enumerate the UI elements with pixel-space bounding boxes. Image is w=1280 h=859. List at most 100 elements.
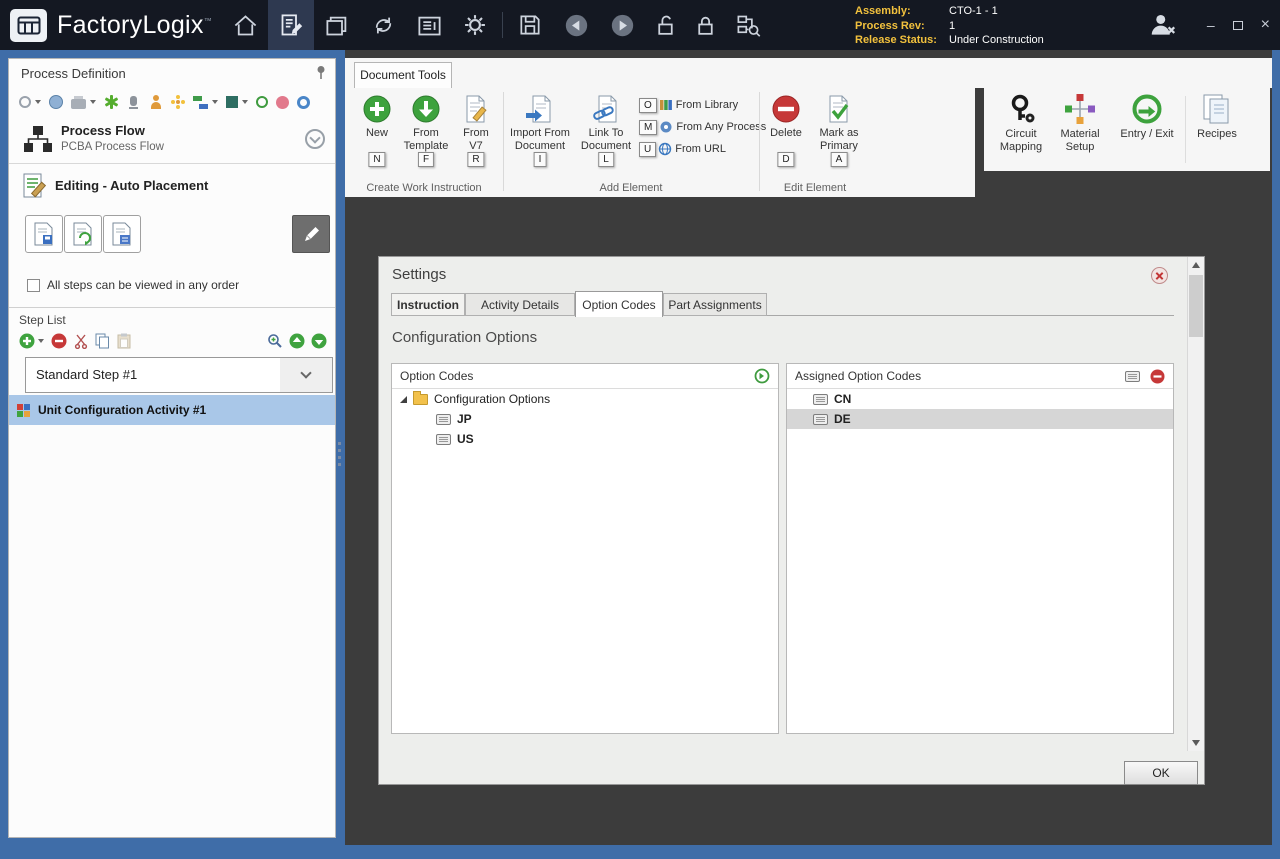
activity-item-label: Unit Configuration Activity #1 xyxy=(38,403,206,417)
option-code-row[interactable]: US xyxy=(392,429,778,449)
assigned-code-row-selected[interactable]: DE xyxy=(787,409,1173,429)
tab-instruction[interactable]: Instruction xyxy=(391,293,465,316)
keyboard-entry-button[interactable] xyxy=(1125,371,1140,382)
scroll-up-icon[interactable] xyxy=(1192,262,1200,268)
back-button[interactable] xyxy=(553,0,599,50)
work-instructions-button[interactable] xyxy=(268,0,314,50)
from-template-button[interactable]: From Template F xyxy=(401,90,451,180)
move-down-icon[interactable] xyxy=(311,333,327,349)
unlock-button[interactable] xyxy=(645,0,685,50)
document-button-2[interactable] xyxy=(64,215,102,253)
material-setup-button[interactable]: Material Setup xyxy=(1052,90,1108,169)
from-any-process-button[interactable]: M From Any Process xyxy=(639,116,769,138)
maximize-button[interactable] xyxy=(1233,21,1243,30)
assembly-info: Assembly:CTO-1 - 1 Process Rev:1 Release… xyxy=(855,4,1044,48)
audit-search-button[interactable] xyxy=(725,0,771,50)
step-list-toolbar xyxy=(19,333,131,349)
dialog-close-button[interactable] xyxy=(1151,267,1168,284)
language-icon[interactable] xyxy=(193,96,208,109)
layers-icon[interactable] xyxy=(226,96,238,108)
move-up-icon[interactable] xyxy=(289,333,305,349)
process-stack-button[interactable] xyxy=(314,0,360,50)
from-v7-button[interactable]: From V7 R xyxy=(451,90,501,180)
delete-icon xyxy=(771,94,801,124)
tab-document-tools[interactable]: Document Tools xyxy=(354,62,452,89)
lock-button[interactable] xyxy=(685,0,725,50)
cut-icon[interactable] xyxy=(74,334,88,349)
order-checkbox[interactable] xyxy=(27,279,40,292)
option-code-row[interactable]: JP xyxy=(392,409,778,429)
from-v7-icon xyxy=(461,94,491,124)
order-checkbox-label: All steps can be viewed in any order xyxy=(47,278,239,292)
info-icon[interactable] xyxy=(297,96,310,109)
ok-button[interactable]: OK xyxy=(1124,761,1198,785)
copy-icon[interactable] xyxy=(95,333,110,349)
collapse-button[interactable] xyxy=(305,129,325,149)
new-button[interactable]: New N xyxy=(353,90,401,180)
step-dropdown-button[interactable] xyxy=(280,357,333,393)
dialog-scrollbar[interactable] xyxy=(1187,257,1204,751)
document-button-3[interactable] xyxy=(103,215,141,253)
chevron-down-icon[interactable] xyxy=(242,100,248,104)
tree-root-row[interactable]: Configuration Options xyxy=(392,389,778,409)
recipes-button[interactable]: Recipes xyxy=(1190,90,1244,169)
process-flow-title: Process Flow xyxy=(61,123,145,138)
assign-option-button[interactable] xyxy=(754,368,770,384)
entry-exit-button[interactable]: Entry / Exit xyxy=(1112,90,1182,169)
link-to-document-button[interactable]: Link To Document L xyxy=(575,90,637,180)
chevron-down-icon[interactable] xyxy=(35,100,41,104)
history-icon[interactable] xyxy=(19,96,31,108)
remove-assigned-button[interactable] xyxy=(1150,369,1165,384)
paste-icon[interactable] xyxy=(117,333,131,349)
activity-list-item-selected[interactable]: Unit Configuration Activity #1 xyxy=(9,395,335,425)
minimize-button[interactable]: – xyxy=(1207,17,1215,33)
settings-button[interactable] xyxy=(452,0,498,50)
web-icon[interactable] xyxy=(49,95,63,109)
logout-button[interactable] xyxy=(1148,11,1178,43)
panel-splitter[interactable] xyxy=(338,442,341,468)
settings-dialog: Settings Instruction Activity Details Op… xyxy=(378,256,1205,785)
refresh-icon[interactable] xyxy=(256,96,268,108)
scroll-down-icon[interactable] xyxy=(1192,740,1200,746)
edit-instructions-button[interactable] xyxy=(292,215,330,253)
close-button[interactable]: × xyxy=(1261,16,1270,34)
assigned-code-row[interactable]: CN xyxy=(787,389,1173,409)
from-url-button[interactable]: U From URL xyxy=(639,138,769,160)
add-step-icon[interactable] xyxy=(19,333,35,349)
tab-activity-details[interactable]: Activity Details xyxy=(465,293,575,316)
expander-icon[interactable] xyxy=(400,396,407,403)
remove-step-icon[interactable] xyxy=(51,333,67,349)
circuit-mapping-button[interactable]: Circuit Mapping xyxy=(993,90,1049,169)
highlight-icon[interactable] xyxy=(171,95,185,109)
chevron-down-icon[interactable] xyxy=(38,339,44,343)
document-button-1[interactable] xyxy=(25,215,63,253)
user-icon[interactable] xyxy=(149,95,163,109)
factorylogix-window: FactoryLogix™ xyxy=(0,0,1280,859)
chevron-down-icon[interactable] xyxy=(212,100,218,104)
tab-option-codes[interactable]: Option Codes xyxy=(575,291,663,317)
audio-icon[interactable] xyxy=(130,96,137,106)
record-icon[interactable] xyxy=(276,96,289,109)
recipes-icon xyxy=(1201,93,1233,125)
step-dropdown[interactable]: Standard Step #1 xyxy=(25,357,281,393)
home-button[interactable] xyxy=(222,0,268,50)
save-button[interactable] xyxy=(507,0,553,50)
chevron-down-icon[interactable] xyxy=(90,100,96,104)
import-from-document-button[interactable]: Import From Document I xyxy=(507,90,573,180)
news-button[interactable] xyxy=(406,0,452,50)
mark-as-primary-button[interactable]: Mark as Primary A xyxy=(811,90,867,180)
delete-element-button[interactable]: Delete D xyxy=(763,90,809,180)
effects-icon[interactable] xyxy=(104,95,118,109)
scrollbar-thumb[interactable] xyxy=(1189,275,1203,337)
find-icon[interactable] xyxy=(267,333,283,349)
process-flow-header[interactable]: Process Flow PCBA Process Flow xyxy=(9,119,335,163)
tab-part-assignments[interactable]: Part Assignments xyxy=(663,293,767,316)
sync-button[interactable] xyxy=(360,0,406,50)
from-library-button[interactable]: O From Library xyxy=(639,94,769,116)
group-separator xyxy=(1185,96,1186,163)
print-icon[interactable] xyxy=(71,99,86,109)
titlebar-toolbar xyxy=(222,0,771,50)
pin-button[interactable] xyxy=(315,65,327,85)
forward-button[interactable] xyxy=(599,0,645,50)
keytip-from-library: O xyxy=(639,98,657,113)
